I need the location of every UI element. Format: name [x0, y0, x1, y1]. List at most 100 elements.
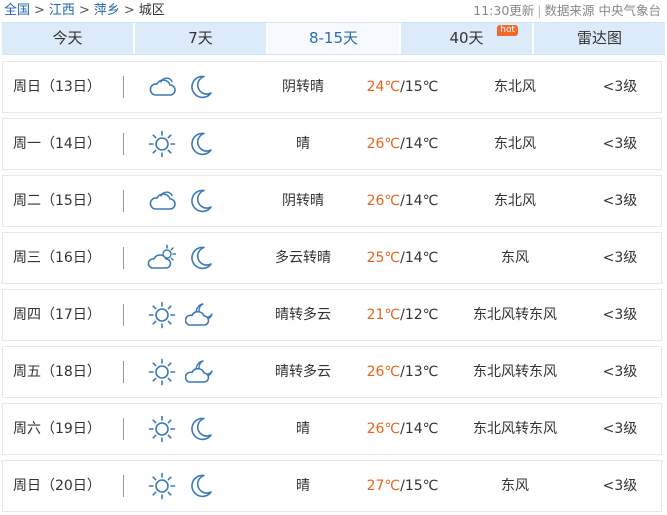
sun-icon: [147, 301, 177, 329]
wind-direction: 东北风: [494, 136, 536, 152]
weather-condition: 多云转晴: [275, 250, 331, 266]
day-label: 周五（18日）: [13, 364, 101, 380]
moon-icon: [185, 130, 215, 158]
high-temperature: 24℃: [366, 79, 401, 95]
weather-condition: 晴: [296, 478, 310, 494]
day-label: 周四（17日）: [13, 307, 101, 323]
temperature-range: 26℃/14℃: [355, 404, 450, 454]
wind-level: <3级: [602, 478, 638, 494]
divider-line: [123, 190, 124, 212]
divider-line: [123, 76, 124, 98]
day-label: 周一（14日）: [13, 136, 101, 152]
divider-line: [123, 304, 124, 326]
moon-icon: [185, 415, 215, 443]
wind-level: <3级: [602, 79, 638, 95]
low-temperature: /14℃: [400, 250, 439, 266]
divider-line: [123, 475, 124, 497]
forecast-row: 周二（15日） 阴转晴 26℃/14℃ 东北风 <3级: [2, 175, 662, 227]
moon-icon: [185, 472, 215, 500]
low-temperature: /13℃: [400, 364, 439, 380]
breadcrumb-current-district: 城区: [138, 3, 165, 18]
cloudy-night-icon: [185, 301, 215, 329]
weather-icons: [147, 301, 215, 329]
tab-40-days[interactable]: 40天 hot: [401, 23, 534, 54]
divider-line: [123, 361, 124, 383]
breadcrumb-separator: >: [123, 3, 135, 18]
temperature-range: 24℃/15℃: [355, 62, 450, 112]
forecast-row: 周四（17日） 晴转多云 21℃/12℃ 东北风转东风 <3级: [2, 289, 662, 341]
high-temperature: 26℃: [366, 136, 401, 152]
tab-label: 8-15天: [308, 29, 359, 47]
breadcrumb-national-link[interactable]: 全国: [4, 3, 30, 18]
weather-icons: [147, 187, 215, 215]
weather-icons: [147, 73, 215, 101]
low-temperature: /14℃: [400, 421, 439, 437]
sun-icon: [147, 472, 177, 500]
temperature-range: 26℃/14℃: [355, 119, 450, 169]
weather-condition: 阴转晴: [282, 79, 324, 95]
wind-level: <3级: [602, 307, 638, 323]
forecast-tabs: 今天 7天 8-15天 40天 hot 雷达图: [2, 22, 665, 55]
day-label: 周二（15日）: [13, 193, 101, 209]
day-label: 周六（19日）: [13, 421, 101, 437]
breadcrumb: 全国 > 江西 > 萍乡 > 城区: [4, 0, 165, 22]
meta-divider: |: [537, 3, 542, 18]
wind-direction: 东北风转东风: [473, 421, 557, 437]
cloudy-icon: [147, 187, 177, 215]
temperature-range: 26℃/13℃: [355, 347, 450, 397]
low-temperature: /15℃: [400, 79, 439, 95]
partly-cloudy-icon: [147, 244, 177, 272]
sun-icon: [147, 415, 177, 443]
low-temperature: /15℃: [400, 478, 439, 494]
hot-badge: hot: [497, 25, 518, 36]
low-temperature: /14℃: [400, 193, 439, 209]
weather-icons: [147, 472, 215, 500]
wind-direction: 东北风转东风: [473, 307, 557, 323]
tab-8-15-days[interactable]: 8-15天: [268, 23, 401, 54]
tab-radar[interactable]: 雷达图: [534, 23, 665, 54]
divider-line: [123, 418, 124, 440]
tab-label: 今天: [52, 29, 83, 47]
wind-level: <3级: [602, 421, 638, 437]
high-temperature: 21℃: [366, 307, 401, 323]
weather-condition: 晴: [296, 136, 310, 152]
top-bar: 全国 > 江西 > 萍乡 > 城区 11:30更新 | 数据来源 中央气象台: [0, 0, 667, 22]
weather-condition: 晴转多云: [275, 307, 331, 323]
tab-label: 雷达图: [576, 29, 622, 47]
divider-line: [123, 133, 124, 155]
high-temperature: 26℃: [366, 193, 401, 209]
breadcrumb-province-link[interactable]: 江西: [49, 3, 75, 18]
weather-icons: [147, 358, 215, 386]
temperature-range: 25℃/14℃: [355, 233, 450, 283]
cloudy-icon: [147, 73, 177, 101]
sun-icon: [147, 130, 177, 158]
update-time: 11:30更新: [473, 3, 535, 18]
day-label: 周日（13日）: [13, 79, 101, 95]
weather-condition: 晴: [296, 421, 310, 437]
weather-icons: [147, 130, 215, 158]
moon-icon: [185, 244, 215, 272]
day-label: 周三（16日）: [13, 250, 101, 266]
low-temperature: /12℃: [400, 307, 439, 323]
forecast-row: 周日（13日） 阴转晴 24℃/15℃ 东北风 <3级: [2, 61, 662, 113]
update-info: 11:30更新 | 数据来源 中央气象台: [473, 0, 661, 22]
wind-level: <3级: [602, 250, 638, 266]
low-temperature: /14℃: [400, 136, 439, 152]
high-temperature: 25℃: [366, 250, 401, 266]
forecast-row: 周一（14日） 晴 26℃/14℃ 东北风 <3级: [2, 118, 662, 170]
wind-level: <3级: [602, 193, 638, 209]
wind-direction: 东北风转东风: [473, 364, 557, 380]
wind-direction: 东北风: [494, 79, 536, 95]
forecast-list: 周日（13日） 阴转晴 24℃/15℃ 东北风 <3级 周一（14日） 晴 26…: [2, 61, 662, 515]
tab-label: 40天: [449, 29, 484, 47]
wind-direction: 东风: [501, 250, 529, 266]
temperature-range: 26℃/14℃: [355, 176, 450, 226]
cloudy-night-icon: [185, 358, 215, 386]
breadcrumb-separator: >: [34, 3, 45, 18]
high-temperature: 27℃: [366, 478, 401, 494]
moon-icon: [185, 73, 215, 101]
high-temperature: 26℃: [366, 364, 401, 380]
tab-7-days[interactable]: 7天: [135, 23, 268, 54]
breadcrumb-city-link[interactable]: 萍乡: [94, 3, 120, 18]
tab-today[interactable]: 今天: [2, 23, 135, 54]
